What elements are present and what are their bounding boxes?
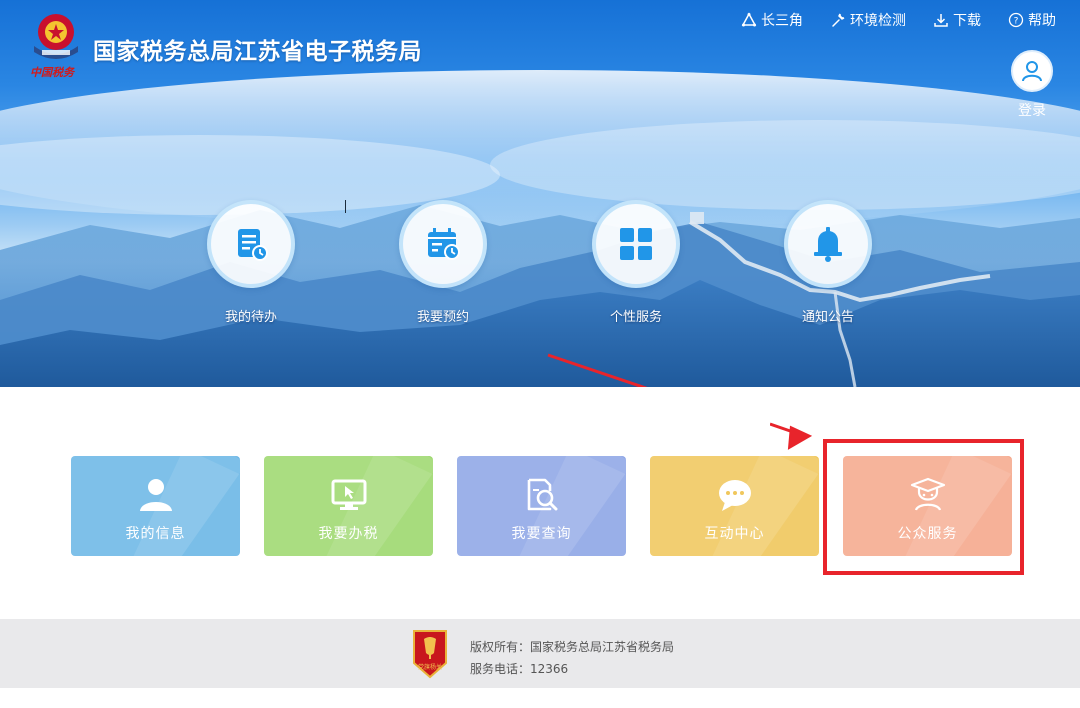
svg-text:?: ? bbox=[1014, 17, 1019, 27]
quick-action-ring bbox=[399, 200, 487, 288]
badge-text: 党旗杨关 bbox=[418, 663, 442, 671]
tile-query[interactable]: 我要查询 bbox=[457, 456, 626, 556]
nav-label: 帮助 bbox=[1028, 13, 1056, 29]
quick-action-personal-service[interactable]: 个性服务 bbox=[591, 200, 681, 325]
person-icon bbox=[139, 479, 172, 511]
quick-action-notice[interactable]: 通知公告 bbox=[783, 200, 873, 325]
tile-my-info[interactable]: 我的信息 bbox=[71, 456, 240, 556]
calendar-appointment-icon bbox=[428, 228, 460, 260]
tile-handle-tax[interactable]: 我要办税 bbox=[264, 456, 433, 556]
site-title: 国家税务总局江苏省电子税务局 bbox=[93, 39, 422, 65]
avatar bbox=[1011, 50, 1053, 92]
footer-copyright: 版权所有：国家税务总局江苏省税务局 bbox=[470, 640, 675, 654]
tile-label: 互动中心 bbox=[704, 526, 765, 542]
hero-banner: 中国税务 国家税务总局江苏省电子税务局 长三角 环境检测 下载 ? 帮助 登录 … bbox=[0, 0, 1080, 387]
text-cursor bbox=[345, 200, 346, 213]
party-badge-icon: 党旗杨关 bbox=[413, 630, 447, 679]
quick-action-label: 个性服务 bbox=[609, 310, 662, 325]
top-navigation: 长三角 环境检测 下载 ? 帮助 bbox=[741, 10, 1056, 30]
triangle-icon bbox=[741, 12, 757, 27]
tile-interaction-center[interactable]: 互动中心 bbox=[650, 456, 819, 556]
quick-action-label: 我要预约 bbox=[416, 310, 469, 325]
logo-signature: 中国税务 bbox=[30, 66, 74, 79]
tile-label: 公众服务 bbox=[897, 526, 958, 542]
tax-emblem-icon bbox=[34, 14, 78, 59]
footer-text: 版权所有：国家税务总局江苏省税务局 服务电话：12366 bbox=[470, 636, 674, 680]
quick-action-ring bbox=[784, 200, 872, 288]
wrench-icon bbox=[832, 13, 845, 27]
nav-label: 长三角 bbox=[761, 13, 803, 29]
download-icon bbox=[934, 14, 948, 27]
quick-action-label: 我的待办 bbox=[224, 310, 277, 325]
quick-action-appointment[interactable]: 我要预约 bbox=[398, 200, 488, 325]
bell-icon bbox=[814, 227, 842, 262]
tile-label: 我要办税 bbox=[318, 526, 379, 542]
search-document-icon bbox=[527, 478, 557, 511]
quick-action-ring bbox=[207, 200, 295, 288]
quick-action-todo[interactable]: 我的待办 bbox=[206, 200, 296, 325]
user-icon bbox=[1022, 61, 1042, 82]
nav-label: 下载 bbox=[953, 13, 981, 29]
student-icon bbox=[910, 477, 945, 511]
quick-action-ring bbox=[592, 200, 680, 288]
login-label: 登录 bbox=[1018, 103, 1046, 119]
nav-yangtze-delta[interactable]: 长三角 bbox=[741, 10, 803, 30]
help-icon: ? bbox=[1008, 12, 1024, 28]
chat-bubble-icon bbox=[718, 480, 751, 511]
nav-download[interactable]: 下载 bbox=[933, 10, 981, 30]
footer: 党旗杨关 版权所有：国家税务总局江苏省税务局 服务电话：12366 bbox=[0, 619, 1080, 688]
footer-phone: 服务电话：12366 bbox=[470, 662, 569, 676]
annotation-arrow-icon bbox=[770, 422, 813, 450]
quick-action-label: 通知公告 bbox=[801, 310, 854, 325]
nav-help[interactable]: ? 帮助 bbox=[1008, 10, 1056, 30]
nav-label: 环境检测 bbox=[850, 13, 906, 29]
monitor-cursor-icon bbox=[331, 479, 366, 510]
grid-icon bbox=[620, 228, 652, 260]
login-button[interactable]: 登录 bbox=[1010, 50, 1054, 120]
todo-document-icon bbox=[238, 229, 268, 261]
tile-label: 我要查询 bbox=[511, 526, 572, 542]
nav-environment-check[interactable]: 环境检测 bbox=[830, 10, 906, 30]
tile-label: 我的信息 bbox=[125, 526, 186, 542]
